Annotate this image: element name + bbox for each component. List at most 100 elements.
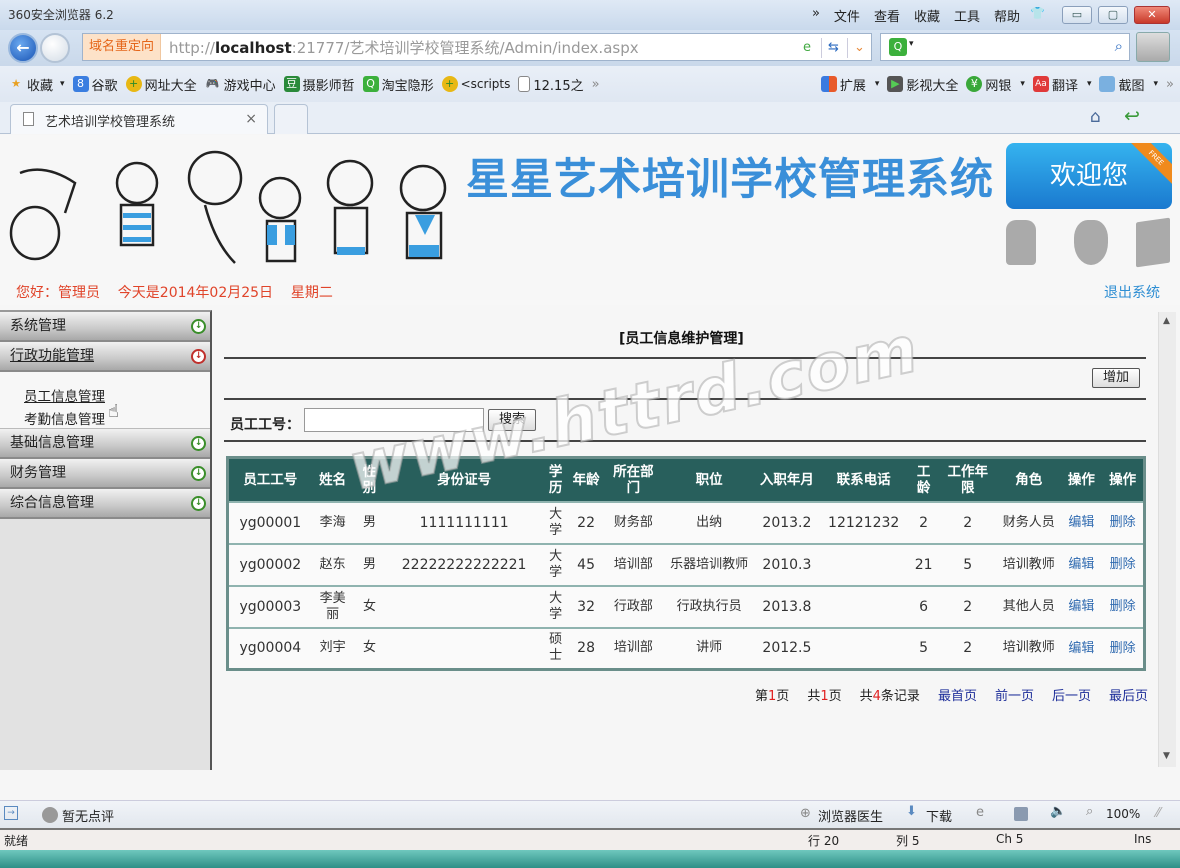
sidebar: 系统管理 ↓ 行政功能管理 ↓ 员工信息管理 考勤信息管理 ☝ 基础信息管理 ↓ 财务… bbox=[0, 310, 212, 770]
fav-label: 影视大全 bbox=[906, 78, 959, 94]
ie-mode-icon[interactable]: e bbox=[795, 38, 819, 58]
table-cell: 5 bbox=[908, 626, 939, 670]
browser-doctor-button[interactable]: 浏览器医生 bbox=[818, 806, 883, 825]
home-icon[interactable]: ⌂ bbox=[1090, 107, 1101, 127]
fav-photographer[interactable]: 豆摄影师哲 bbox=[283, 75, 355, 94]
close-window-button[interactable]: ✕ bbox=[1134, 6, 1170, 24]
undo-arrow-icon[interactable]: ↩ bbox=[1124, 105, 1140, 127]
caret-down-icon: ▾ bbox=[1020, 79, 1025, 89]
fav-collect[interactable]: ★ 收藏 ▾ bbox=[8, 75, 65, 94]
new-tab-button[interactable] bbox=[274, 104, 308, 134]
fav-sites[interactable]: + 网址大全 bbox=[125, 75, 197, 94]
fav-extensions[interactable]: 扩展 ▾ bbox=[820, 75, 879, 94]
edit-link[interactable]: 编辑 bbox=[1068, 557, 1094, 572]
logout-link[interactable]: 退出系统 bbox=[1104, 282, 1160, 302]
fav-more[interactable]: » bbox=[592, 77, 600, 92]
vertical-scrollbar[interactable]: ▲ ▼ bbox=[1158, 312, 1176, 767]
caret-down-icon[interactable]: ▾ bbox=[909, 39, 914, 49]
minimize-button[interactable]: ▭ bbox=[1062, 6, 1092, 24]
douban-icon: 豆 bbox=[283, 76, 300, 92]
menu-view[interactable]: 查看 bbox=[874, 6, 900, 25]
menu-file[interactable]: 文件 bbox=[834, 6, 860, 25]
delete-link[interactable]: 删除 bbox=[1110, 641, 1136, 656]
refresh-icon[interactable]: ⇆ bbox=[821, 38, 845, 58]
scroll-up-icon[interactable]: ▲ bbox=[1163, 316, 1170, 326]
menu-more[interactable]: » bbox=[812, 6, 820, 25]
sidebar-section-system[interactable]: 系统管理 ↓ bbox=[0, 312, 210, 342]
divider bbox=[224, 398, 1146, 400]
zoom-level[interactable]: 100% bbox=[1106, 807, 1140, 821]
sidebar-toggle-icon[interactable]: → bbox=[4, 806, 18, 820]
fav-right-more[interactable]: » bbox=[1166, 77, 1174, 92]
fav-screenshot[interactable]: 截图 ▾ bbox=[1099, 75, 1158, 94]
menu-tools[interactable]: 工具 bbox=[954, 6, 980, 25]
fav-video[interactable]: ▶ 影视大全 bbox=[887, 75, 958, 94]
table-cell: 删除 bbox=[1102, 584, 1145, 628]
close-tab-icon[interactable]: × bbox=[245, 111, 257, 127]
url-text[interactable]: http://localhost:21777/艺术培训学校管理系统/Admin/… bbox=[161, 37, 639, 58]
table-cell: 编辑 bbox=[1060, 500, 1103, 544]
resize-grip-icon[interactable]: ⁄⁄ bbox=[1156, 806, 1160, 821]
status-ready: 就绪 bbox=[4, 834, 29, 848]
menu-favorites[interactable]: 收藏 bbox=[914, 6, 940, 25]
search-button[interactable]: 搜索 bbox=[488, 409, 536, 431]
employee-id-input[interactable] bbox=[304, 408, 484, 432]
table-cell: 讲师 bbox=[662, 626, 756, 670]
fav-taobao[interactable]: Q 淘宝隐形 bbox=[362, 75, 434, 94]
table-cell: 32 bbox=[568, 584, 604, 628]
table-cell: yg00001 bbox=[227, 500, 312, 544]
table-cell: 其他人员 bbox=[997, 584, 1061, 628]
table-cell: 行政部 bbox=[603, 584, 663, 628]
fav-1215[interactable]: 12.15之 bbox=[518, 75, 584, 94]
fav-bank[interactable]: ¥ 网银 ▾ bbox=[966, 75, 1025, 94]
back-button[interactable]: ← bbox=[8, 33, 38, 63]
forward-button[interactable] bbox=[40, 33, 70, 63]
table-cell: 大学 bbox=[542, 500, 569, 544]
ie-icon[interactable]: e bbox=[976, 805, 984, 820]
table-cell: 出纳 bbox=[662, 500, 756, 544]
scroll-down-icon[interactable]: ▼ bbox=[1163, 751, 1170, 761]
no-comment-text[interactable]: 暂无点评 bbox=[62, 806, 114, 825]
expand-icon: ↓ bbox=[191, 436, 206, 451]
address-bar[interactable]: 域名重定向 http://localhost:21777/艺术培训学校管理系统/… bbox=[82, 33, 872, 61]
edit-link[interactable]: 编辑 bbox=[1068, 599, 1094, 614]
fav-google[interactable]: 8 谷歌 bbox=[72, 75, 118, 94]
prev-page-link[interactable]: 前一页 bbox=[995, 685, 1034, 704]
last-page-link[interactable]: 最后页 bbox=[1109, 685, 1148, 704]
menu-help[interactable]: 帮助 bbox=[994, 6, 1020, 25]
redirect-badge[interactable]: 域名重定向 bbox=[83, 34, 162, 60]
table-cell: 培训部 bbox=[603, 542, 663, 586]
fav-games[interactable]: 🎮 游戏中心 bbox=[205, 75, 276, 94]
edit-link[interactable]: 编辑 bbox=[1068, 515, 1094, 530]
table-cell: 12121232 bbox=[818, 500, 909, 544]
magnifier-icon[interactable]: ⌕ bbox=[1115, 37, 1123, 55]
delete-link[interactable]: 删除 bbox=[1110, 557, 1136, 572]
sidebar-section-admin[interactable]: 行政功能管理 ↓ bbox=[0, 342, 210, 372]
search-engine-icon[interactable]: Q bbox=[889, 38, 907, 56]
table-cell: yg00004 bbox=[227, 626, 312, 670]
sidebar-section-general[interactable]: 综合信息管理 ↓ bbox=[0, 489, 210, 519]
delete-link[interactable]: 删除 bbox=[1110, 515, 1136, 530]
col-role: 角色 bbox=[997, 457, 1061, 502]
sidebar-section-basic[interactable]: 基础信息管理 ↓ bbox=[0, 429, 210, 459]
first-page-link[interactable]: 最首页 bbox=[938, 685, 977, 704]
edit-link[interactable]: 编辑 bbox=[1068, 641, 1094, 656]
cartoon-figures-illustration bbox=[9, 150, 447, 264]
window-icon[interactable] bbox=[1014, 807, 1028, 821]
caret-down-icon: ▾ bbox=[60, 79, 65, 89]
sidebar-section-finance[interactable]: 财务管理 ↓ bbox=[0, 459, 210, 489]
user-avatar-button[interactable] bbox=[1136, 32, 1170, 62]
next-page-link[interactable]: 后一页 bbox=[1052, 685, 1091, 704]
fav-scripts[interactable]: + <scripts bbox=[441, 76, 510, 92]
speaker-icon[interactable]: 🔈 bbox=[1050, 804, 1066, 819]
bank-icon: ¥ bbox=[966, 76, 983, 92]
delete-link[interactable]: 删除 bbox=[1110, 599, 1136, 614]
fav-translate[interactable]: Aa 翻译 ▾ bbox=[1032, 75, 1091, 94]
search-box[interactable]: Q ▾ ⌕ bbox=[880, 33, 1130, 61]
add-button[interactable]: 增加 bbox=[1092, 368, 1140, 388]
maximize-button[interactable]: ▢ bbox=[1098, 6, 1128, 24]
tab-active[interactable]: 艺术培训学校管理系统 × bbox=[10, 104, 268, 134]
download-button[interactable]: 下载 bbox=[926, 806, 952, 825]
skin-icon[interactable]: 👕 bbox=[1030, 6, 1045, 20]
dropdown-chevron-icon[interactable]: ⌄ bbox=[847, 38, 871, 58]
